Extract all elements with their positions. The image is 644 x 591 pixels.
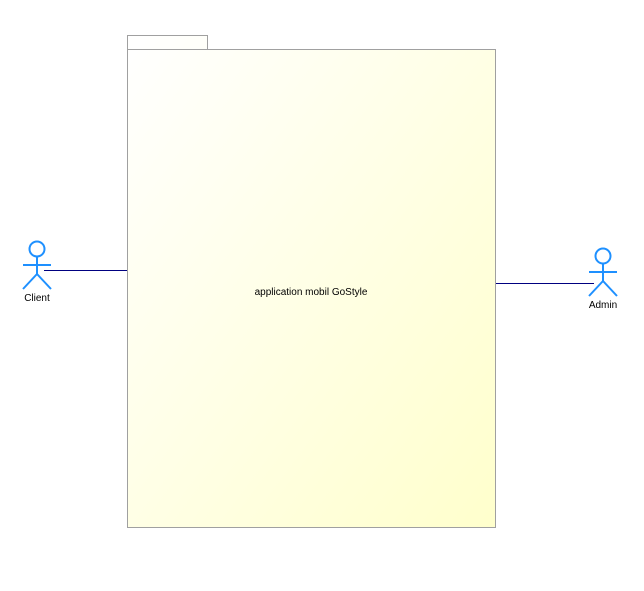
actor-admin[interactable]: Admin: [588, 247, 618, 312]
actor-client-label: Client: [24, 293, 50, 304]
actor-client[interactable]: Client: [22, 240, 52, 305]
use-case-diagram: application mobil GoStyle Client Admin: [22, 35, 618, 528]
package[interactable]: application mobil GoStyle: [127, 35, 496, 528]
actor-client-icon: [22, 240, 52, 290]
actor-admin-label: Admin: [589, 300, 617, 311]
package-shape: [127, 35, 496, 528]
package-label: application mobil GoStyle: [255, 287, 368, 298]
actor-admin-icon: [588, 247, 618, 297]
